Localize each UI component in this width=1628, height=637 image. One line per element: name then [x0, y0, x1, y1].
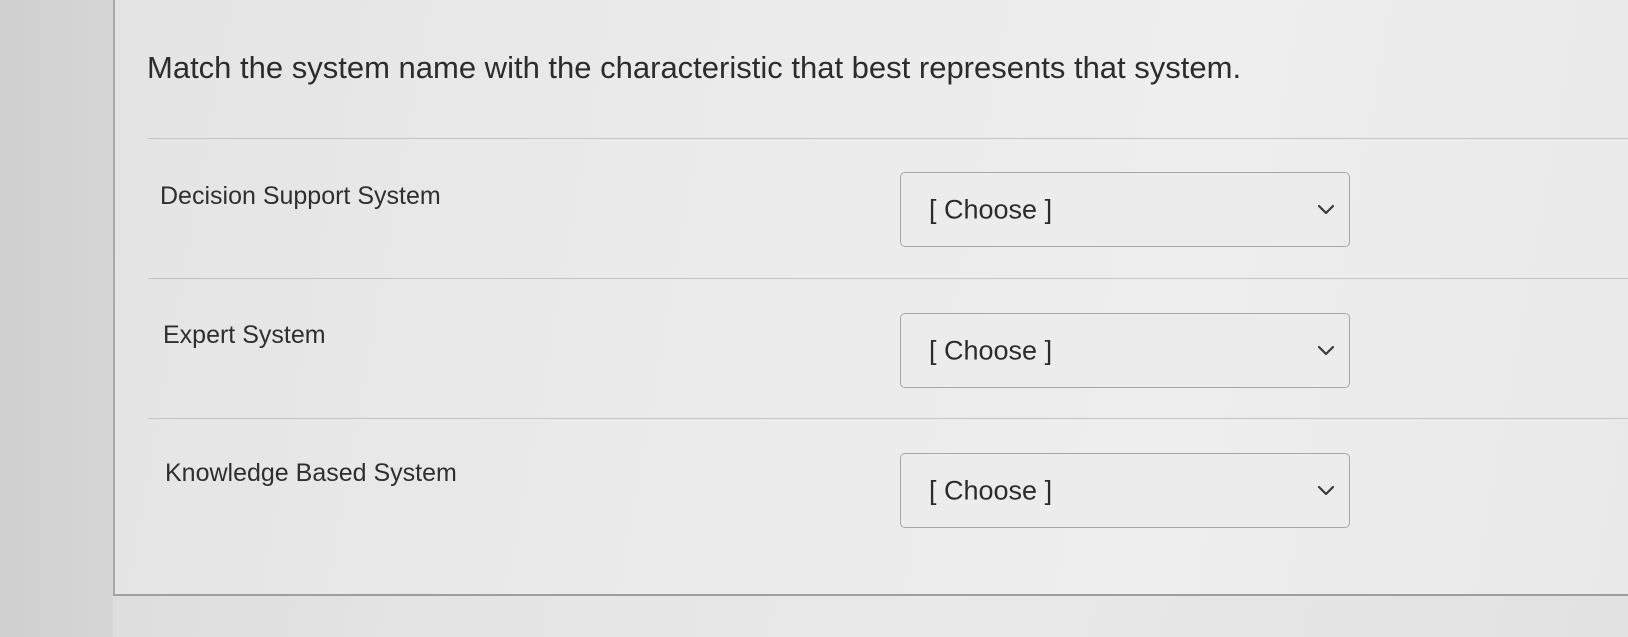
chevron-down-icon: [1317, 345, 1335, 355]
chevron-down-icon: [1317, 485, 1335, 495]
divider-row-2: [148, 418, 1628, 419]
select-knowledge-based-system[interactable]: [ Choose ]: [900, 453, 1350, 528]
select-value: [ Choose ]: [929, 335, 1053, 365]
select-decision-support-system[interactable]: [ Choose ]: [900, 172, 1350, 247]
page-margin: [0, 0, 113, 637]
select-expert-system[interactable]: [ Choose ]: [900, 313, 1350, 388]
divider-top: [148, 138, 1628, 139]
divider-row-1: [148, 278, 1628, 279]
select-value: [ Choose ]: [929, 194, 1053, 224]
question-text: Match the system name with the character…: [147, 50, 1242, 85]
question-card: [113, 0, 1628, 596]
select-value: [ Choose ]: [929, 475, 1053, 505]
match-label-knowledge-based-system: Knowledge Based System: [165, 459, 457, 487]
chevron-down-icon: [1317, 204, 1335, 214]
match-label-expert-system: Expert System: [163, 321, 326, 349]
match-label-decision-support-system: Decision Support System: [160, 182, 441, 210]
